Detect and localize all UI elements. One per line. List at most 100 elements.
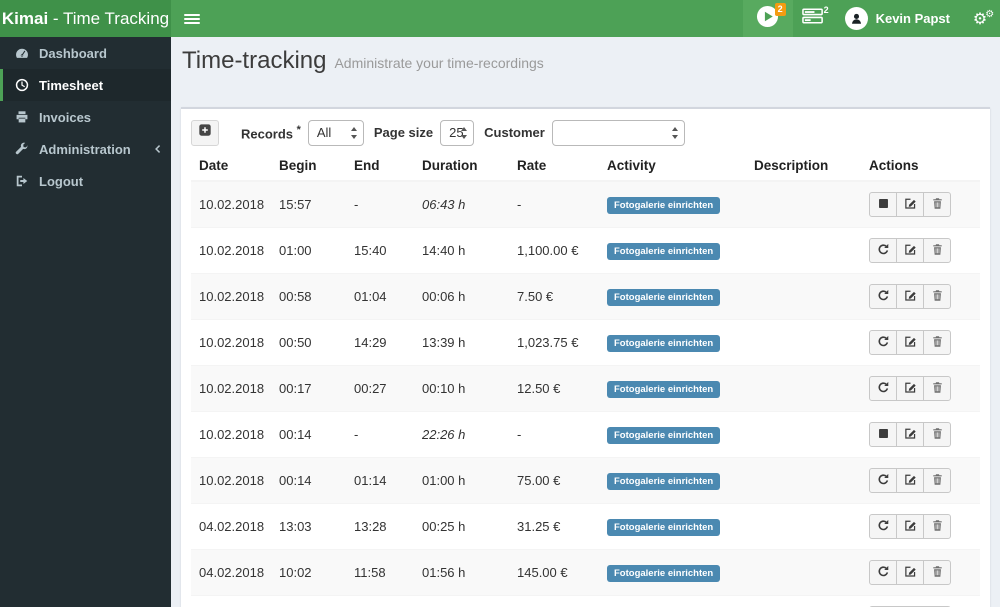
- cell-end: 22:22: [346, 595, 414, 607]
- trash-icon: [931, 565, 944, 581]
- restart-button[interactable]: [869, 560, 897, 585]
- timesheet-row: 03.02.201821:2222:2201:00 h75.00 €Fotoga…: [191, 595, 980, 607]
- cell-activity: Fotogalerie einrichten: [599, 411, 746, 458]
- chevron-left-icon: [153, 142, 163, 157]
- sidebar-item-administration[interactable]: Administration: [0, 133, 171, 165]
- restart-button[interactable]: [869, 238, 897, 263]
- cell-duration: 00:25 h: [414, 503, 509, 550]
- sidebar-toggle-button[interactable]: [171, 0, 213, 37]
- activity-badge[interactable]: Fotogalerie einrichten: [607, 380, 721, 398]
- edit-button[interactable]: [896, 422, 924, 447]
- timesheet-box: Records * All Page size 25 Customer Date…: [181, 107, 990, 607]
- activity-badge[interactable]: Fotogalerie einrichten: [607, 472, 721, 490]
- delete-button[interactable]: [923, 514, 951, 539]
- edit-button[interactable]: [896, 330, 924, 355]
- trash-icon: [931, 243, 944, 259]
- repeat-icon: [877, 335, 890, 351]
- delete-button[interactable]: [923, 192, 951, 217]
- edit-icon: [904, 427, 917, 443]
- settings-menu[interactable]: ⚙ ⚙: [960, 0, 1000, 37]
- cell-date: 10.02.2018: [191, 273, 271, 320]
- activity-badge[interactable]: Fotogalerie einrichten: [607, 564, 721, 582]
- trash-icon: [931, 289, 944, 305]
- sidebar-item-invoices[interactable]: Invoices: [0, 101, 171, 133]
- timesheet-row: 10.02.2018 01:00 15:40 14:40 h 1,100.00 € Fot…: [191, 227, 980, 274]
- delete-button[interactable]: [923, 468, 951, 493]
- sidebar-menu: Dashboard Timesheet Invoices Administration…: [0, 37, 171, 197]
- brand-logo[interactable]: Kimai - Time Tracking: [0, 0, 171, 37]
- edit-button[interactable]: [896, 468, 924, 493]
- delete-button[interactable]: [923, 238, 951, 263]
- edit-button[interactable]: [896, 238, 924, 263]
- cell-description: [746, 411, 861, 458]
- cell-end: 13:28: [346, 503, 414, 550]
- row-actions: [869, 468, 951, 493]
- restart-button[interactable]: [869, 376, 897, 401]
- records-select[interactable]: All: [307, 119, 364, 146]
- restart-button[interactable]: [869, 330, 897, 355]
- cell-description: [746, 319, 861, 366]
- delete-button[interactable]: [923, 422, 951, 447]
- activity-badge[interactable]: Fotogalerie einrichten: [607, 518, 721, 536]
- cell-begin: 21:22: [271, 595, 346, 607]
- cell-description: [746, 595, 861, 607]
- restart-button[interactable]: [869, 468, 897, 493]
- cell-activity: Fotogalerie einrichten: [599, 595, 746, 607]
- cell-begin: 00:58: [271, 273, 346, 320]
- restart-button[interactable]: [869, 284, 897, 309]
- edit-button[interactable]: [896, 514, 924, 539]
- timesheet-row: 10.02.2018 00:58 01:04 00:06 h 7.50 € Fotogal…: [191, 273, 980, 320]
- sidebar-item-timesheet[interactable]: Timesheet: [0, 69, 171, 101]
- cell-duration: 22:26 h: [414, 411, 509, 458]
- wrench-icon: [15, 142, 39, 156]
- page-header: Time-tracking Administrate your time-reco…: [171, 37, 1000, 77]
- tasks-menu[interactable]: 2: [793, 0, 835, 37]
- edit-button[interactable]: [896, 192, 924, 217]
- delete-button[interactable]: [923, 560, 951, 585]
- repeat-icon: [877, 565, 890, 581]
- delete-button[interactable]: [923, 330, 951, 355]
- timer-count-badge: 2: [774, 3, 786, 16]
- activity-badge[interactable]: Fotogalerie einrichten: [607, 242, 721, 260]
- stop-button[interactable]: [869, 192, 897, 217]
- cell-activity: Fotogalerie einrichten: [599, 273, 746, 320]
- activity-badge[interactable]: Fotogalerie einrichten: [607, 334, 721, 352]
- cell-activity: Fotogalerie einrichten: [599, 365, 746, 412]
- edit-button[interactable]: [896, 376, 924, 401]
- stop-icon: [877, 197, 890, 213]
- delete-button[interactable]: [923, 284, 951, 309]
- sidebar-item-dashboard[interactable]: Dashboard: [0, 37, 171, 69]
- row-actions: [869, 284, 951, 309]
- edit-icon: [904, 381, 917, 397]
- cell-date: 10.02.2018: [191, 227, 271, 274]
- activity-badge[interactable]: Fotogalerie einrichten: [607, 426, 721, 444]
- activity-badge[interactable]: Fotogalerie einrichten: [607, 196, 721, 214]
- edit-button[interactable]: [896, 560, 924, 585]
- activity-badge[interactable]: Fotogalerie einrichten: [607, 288, 721, 306]
- clock-icon: [15, 78, 39, 92]
- page-title: Time-tracking: [182, 47, 327, 74]
- edit-button[interactable]: [896, 284, 924, 309]
- cell-actions: [861, 549, 980, 596]
- restart-button[interactable]: [869, 514, 897, 539]
- stop-icon: [877, 427, 890, 443]
- cell-begin: 10:02: [271, 549, 346, 596]
- app-window: Kimai - Time Tracking 2 2 Kevin Papst ⚙ …: [0, 0, 1000, 607]
- user-menu[interactable]: Kevin Papst: [835, 0, 960, 37]
- customer-select[interactable]: [551, 119, 685, 146]
- sidebar-item-logout[interactable]: Logout: [0, 165, 171, 197]
- cell-actions: [861, 227, 980, 274]
- cell-activity: Fotogalerie einrichten: [599, 457, 746, 504]
- delete-button[interactable]: [923, 376, 951, 401]
- add-record-button[interactable]: [191, 119, 219, 146]
- active-timer-menu[interactable]: 2: [742, 0, 793, 37]
- timesheet-row: 10.02.2018 15:57-06:43 h - Fotogalerie einr…: [191, 180, 980, 228]
- trash-icon: [931, 427, 944, 443]
- edit-icon: [904, 565, 917, 581]
- filter-bar: Records * All Page size 25 Customer: [191, 119, 980, 146]
- timesheet-table: Date Begin End Duration Rate Activity Descript…: [191, 154, 980, 607]
- edit-icon: [904, 289, 917, 305]
- stop-button[interactable]: [869, 422, 897, 447]
- main-content: Time-tracking Administrate your time-reco…: [171, 37, 1000, 607]
- page-size-select[interactable]: 25: [440, 119, 475, 146]
